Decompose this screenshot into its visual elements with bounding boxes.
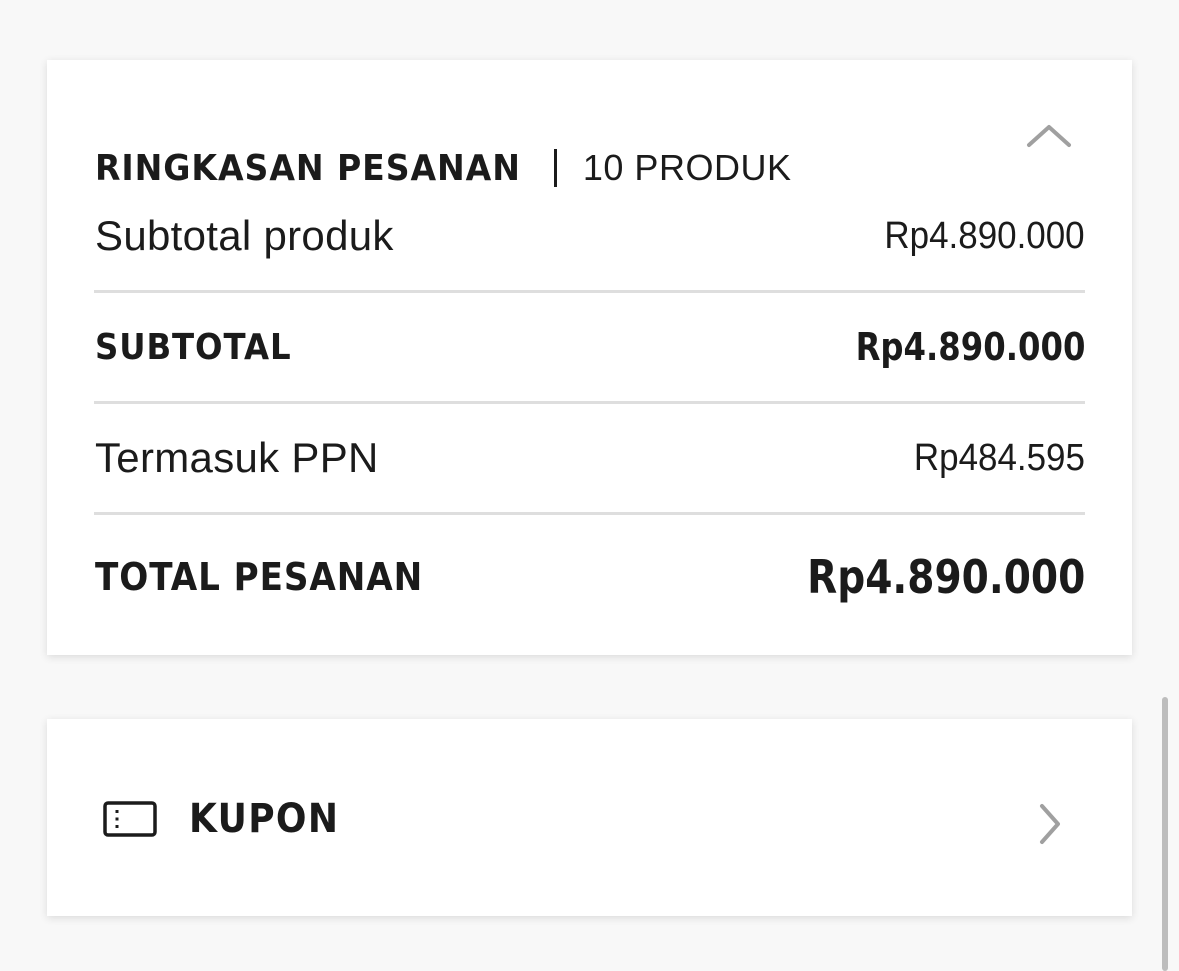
- subtotal-produk-label: Subtotal produk: [95, 212, 394, 259]
- total-pesanan-label: TOTAL PESANAN: [95, 555, 424, 599]
- ppn-row: Termasuk PPN Rp484.595: [95, 432, 1085, 484]
- product-count: 10 PRODUK: [582, 147, 792, 188]
- subtotal-value: Rp4.890.000: [855, 325, 1085, 369]
- subtotal-label: SUBTOTAL: [95, 326, 292, 368]
- coupon-label: KUPON: [189, 796, 340, 842]
- chevron-right-icon[interactable]: [1038, 803, 1062, 845]
- subtotal-produk-row: Subtotal produk Rp4.890.000: [95, 210, 1085, 262]
- ppn-label: Termasuk PPN: [95, 434, 379, 481]
- divider: [94, 290, 1085, 293]
- scrollbar[interactable]: [1162, 697, 1168, 971]
- divider: [94, 401, 1085, 404]
- chevron-up-icon[interactable]: [1026, 120, 1072, 150]
- divider: [94, 512, 1085, 515]
- coupon-card[interactable]: KUPON: [47, 719, 1132, 916]
- ticket-icon: [103, 801, 157, 837]
- coupon-row[interactable]: KUPON: [103, 796, 356, 842]
- ppn-value: Rp484.595: [913, 436, 1085, 479]
- subtotal-produk-value: Rp4.890.000: [884, 214, 1085, 257]
- total-pesanan-row: TOTAL PESANAN Rp4.890.000: [95, 548, 1085, 606]
- order-summary-header[interactable]: RINGKASAN PESANAN 10 PRODUK: [95, 143, 791, 193]
- order-summary-title: RINGKASAN PESANAN: [95, 147, 521, 189]
- total-pesanan-value: Rp4.890.000: [806, 550, 1085, 604]
- subtotal-row: SUBTOTAL Rp4.890.000: [95, 321, 1085, 373]
- order-summary-card: RINGKASAN PESANAN 10 PRODUK Subtotal pro…: [47, 60, 1132, 655]
- header-separator: [553, 149, 557, 187]
